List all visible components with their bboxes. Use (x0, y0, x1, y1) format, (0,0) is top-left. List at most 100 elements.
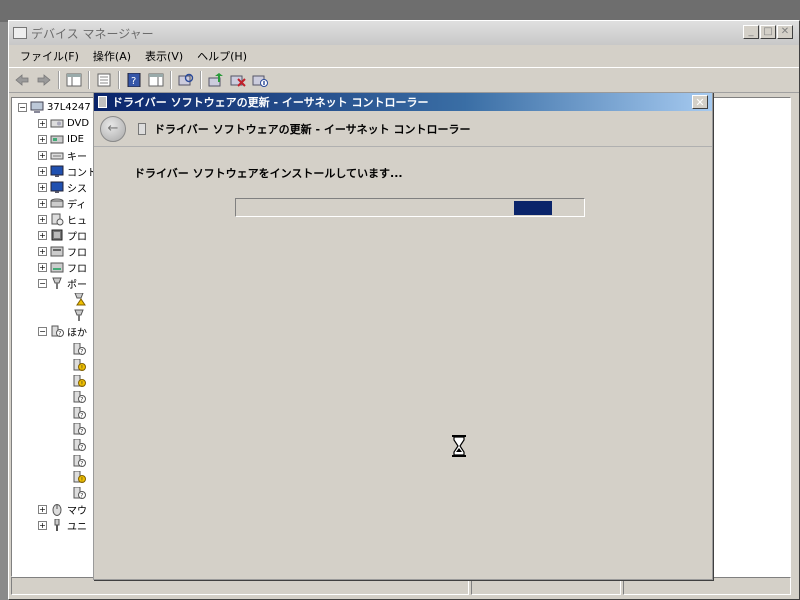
help-icon[interactable]: ? (123, 70, 145, 90)
install-progress-bar (235, 198, 585, 217)
action-pane-icon[interactable] (145, 70, 167, 90)
back-arrow-icon[interactable] (11, 70, 33, 90)
expand-icon[interactable]: + (38, 167, 47, 176)
tree-child-unknown[interactable]: ? (72, 406, 89, 421)
dialog-title: ドライバー ソフトウェアの更新 - イーサネット コントローラー (112, 96, 429, 109)
tree-item-ide[interactable]: + IDE (38, 132, 84, 147)
tree-child-port-warning[interactable] (72, 292, 89, 307)
menu-help[interactable]: ヘルプ(H) (190, 46, 254, 66)
tree-item-other[interactable]: − ? ほか (38, 324, 87, 339)
update-driver-icon[interactable] (205, 70, 227, 90)
disk-drive-icon (50, 198, 64, 208)
tree-item-label: シス (67, 184, 87, 195)
expand-icon[interactable]: + (38, 119, 47, 128)
tree-item-keyboard[interactable]: + キー (38, 148, 87, 163)
tree-child-unknown[interactable]: ? (72, 486, 89, 501)
tree-item-label: キー (67, 152, 87, 163)
tree-child-unknown-warning[interactable]: ! (72, 374, 89, 389)
tree-child-unknown[interactable]: ? (72, 422, 89, 437)
unknown-device-icon: ? (73, 407, 86, 420)
properties-icon[interactable] (93, 70, 115, 90)
tree-item-processor[interactable]: + プロ (38, 228, 87, 243)
desktop-background (0, 0, 800, 22)
tree-item-disk[interactable]: + ディ (38, 196, 86, 211)
computer-icon (30, 101, 44, 113)
tree-item-controller[interactable]: + コント (38, 164, 97, 179)
tree-item-hid[interactable]: + ヒュ (38, 212, 87, 227)
collapse-icon[interactable]: − (18, 103, 27, 112)
tree-child-unknown[interactable]: ? (72, 390, 89, 405)
svg-text:?: ? (80, 445, 83, 452)
expand-icon[interactable]: + (38, 135, 47, 144)
svg-text:?: ? (58, 331, 61, 338)
collapse-icon[interactable]: − (38, 327, 47, 336)
tree-item-floppy-1[interactable]: + フロ (38, 244, 87, 259)
tree-item-label: フロ (67, 264, 87, 275)
dialog-close-button[interactable]: ✕ (692, 95, 708, 109)
warning-device-icon (74, 293, 86, 306)
port-device-icon (74, 309, 84, 321)
tree-item-label: ディ (67, 200, 87, 211)
expand-icon[interactable]: + (38, 151, 47, 160)
dialog-body: ドライバー ソフトウェアをインストールしています... (94, 147, 712, 567)
tree-child-port[interactable] (72, 308, 89, 323)
toolbar-separator (88, 71, 90, 89)
tree-item-mouse[interactable]: + マウ (38, 502, 87, 517)
tree-item-usb[interactable]: + ユニ (38, 518, 87, 533)
scan-hardware-icon[interactable] (175, 70, 197, 90)
collapse-icon[interactable]: − (38, 279, 47, 288)
tree-item-floppy-2[interactable]: + フロ (38, 260, 87, 275)
tree-item-label: ヒュ (67, 216, 87, 227)
network-adapter-icon (138, 122, 146, 135)
tree-item-label: マウ (67, 506, 87, 517)
tree-child-unknown[interactable]: ? (72, 342, 89, 357)
expand-icon[interactable]: + (38, 215, 47, 224)
menu-view[interactable]: 表示(V) (138, 46, 190, 66)
expand-icon[interactable]: + (38, 521, 47, 530)
toolbar: ? (9, 67, 799, 93)
menu-file[interactable]: ファイル(F) (13, 46, 86, 66)
close-button[interactable]: ✕ (777, 25, 793, 39)
tree-item-label: フロ (67, 248, 87, 259)
tree-item-system[interactable]: + シス (38, 180, 87, 195)
system-icon (50, 181, 64, 193)
warning-device-icon: ! (73, 359, 86, 372)
disable-device-icon[interactable] (249, 70, 271, 90)
tree-child-unknown-warning[interactable]: ! (72, 470, 89, 485)
floppy-controller-icon (50, 262, 64, 273)
uninstall-icon[interactable] (227, 70, 249, 90)
expand-icon[interactable]: + (38, 247, 47, 256)
window-controls: _ □ ✕ (743, 25, 793, 39)
maximize-button[interactable]: □ (760, 25, 776, 39)
toolbar-separator (200, 71, 202, 89)
back-button[interactable]: ← (100, 115, 126, 142)
expand-icon[interactable]: + (38, 183, 47, 192)
svg-text:?: ? (80, 413, 83, 420)
expand-icon[interactable]: + (38, 199, 47, 208)
ide-controller-icon (50, 135, 64, 144)
console-tree-icon[interactable] (63, 70, 85, 90)
tree-child-unknown[interactable]: ? (72, 454, 89, 469)
update-driver-dialog: ドライバー ソフトウェアの更新 - イーサネット コントローラー ✕ ← ドライ… (93, 92, 713, 580)
installing-message: ドライバー ソフトウェアをインストールしています... (134, 167, 403, 180)
tree-item-dvd[interactable]: + DVD (38, 116, 89, 131)
dialog-title-bar[interactable]: ドライバー ソフトウェアの更新 - イーサネット コントローラー ✕ (94, 93, 712, 111)
expand-icon[interactable]: + (38, 505, 47, 514)
tree-child-unknown-warning[interactable]: ! (72, 358, 89, 373)
toolbar-separator (170, 71, 172, 89)
back-arrow-icon: ← (107, 121, 119, 136)
expand-icon[interactable]: + (38, 231, 47, 240)
network-adapter-icon (98, 96, 107, 108)
svg-text:?: ? (80, 493, 83, 500)
tree-item-ports[interactable]: − ポー (38, 276, 87, 291)
forward-arrow-icon[interactable] (33, 70, 55, 90)
tree-root[interactable]: − 37L4247 (18, 100, 91, 115)
tree-item-label: IDE (67, 134, 84, 145)
tree-child-unknown[interactable]: ? (72, 438, 89, 453)
main-title-bar[interactable]: デバイス マネージャー _ □ ✕ (9, 21, 799, 45)
expand-icon[interactable]: + (38, 263, 47, 272)
menu-action[interactable]: 操作(A) (86, 46, 138, 66)
tree-item-label: DVD (67, 118, 90, 129)
menu-bar: ファイル(F) 操作(A) 表示(V) ヘルプ(H) (9, 45, 799, 67)
minimize-button[interactable]: _ (743, 25, 759, 39)
